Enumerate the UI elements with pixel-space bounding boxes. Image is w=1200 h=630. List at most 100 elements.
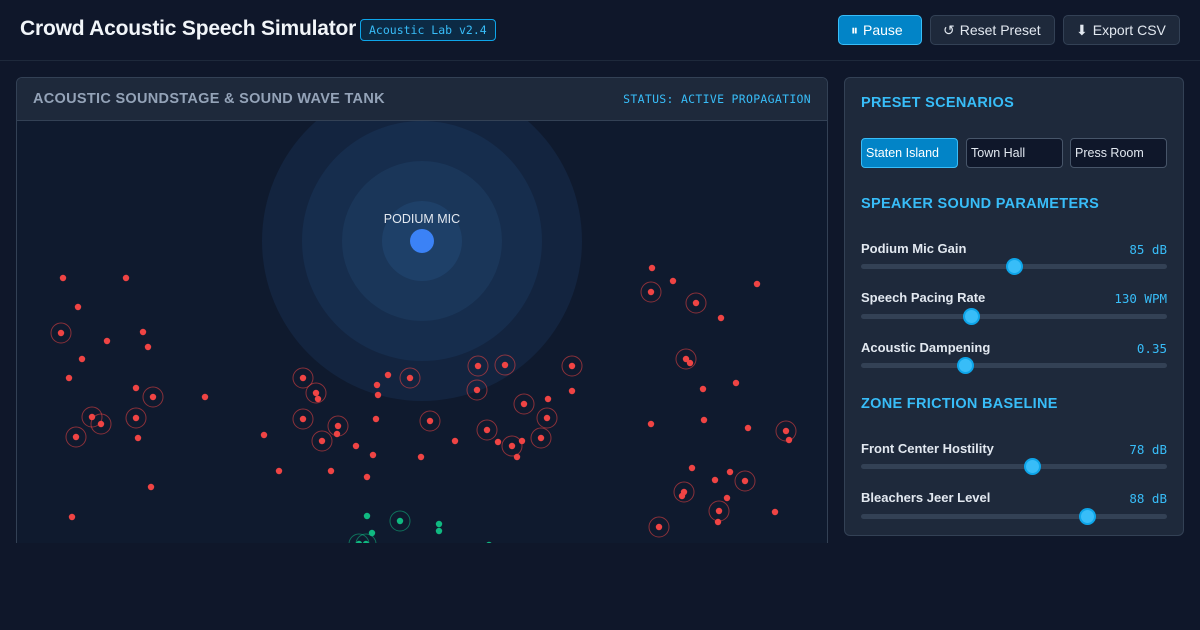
top-bar: Crowd Acoustic Speech Simulator Acoustic… (0, 0, 1200, 61)
acoustic-dampening-slider[interactable] (861, 357, 1167, 374)
hostile-crowd-agent (97, 420, 105, 428)
hostile-crowd-agent (520, 400, 528, 408)
hostile-crowd-agent (544, 395, 552, 403)
front-center-hostility-slider[interactable] (861, 458, 1167, 475)
hostile-crowd-agent (473, 386, 481, 394)
hostile-crowd-agent (72, 433, 80, 441)
hostile-crowd-agent (508, 442, 516, 450)
hostile-crowd-agent (372, 415, 380, 423)
hostile-crowd-agent (65, 374, 73, 382)
hostile-crowd-agent (678, 492, 686, 500)
hostile-crowd-agent (655, 523, 663, 531)
hostile-crowd-agent (494, 438, 502, 446)
hostile-crowd-agent (543, 414, 551, 422)
hostile-crowd-agent (501, 361, 509, 369)
hostile-crowd-agent (314, 395, 322, 403)
hostile-crowd-agent (406, 374, 414, 382)
bleachers-jeer-slider[interactable] (861, 508, 1167, 525)
hostile-crowd-agent (669, 277, 677, 285)
hostile-crowd-agent (699, 385, 707, 393)
hostile-crowd-agent (147, 483, 155, 491)
hostile-crowd-agent (384, 371, 392, 379)
hostile-crowd-agent (426, 417, 434, 425)
hostile-crowd-agent (648, 264, 656, 272)
soundstage-panel: ACOUSTIC SOUNDSTAGE & SOUND WAVE TANK ST… (16, 77, 828, 557)
hostile-crowd-agent (744, 424, 752, 432)
hostile-crowd-agent (726, 468, 734, 476)
hostile-crowd-agent (299, 415, 307, 423)
reset-label: Reset Preset (959, 22, 1041, 38)
hostile-crowd-agent (369, 451, 377, 459)
hostile-crowd-agent (352, 442, 360, 450)
hostile-crowd-agent (692, 299, 700, 307)
hostile-crowd-agent (333, 430, 341, 438)
hostile-crowd-agent (717, 314, 725, 322)
front-center-hostility-label: Front Center Hostility (861, 441, 994, 456)
friendly-crowd-agent (435, 527, 443, 535)
export-label: Export CSV (1092, 22, 1166, 38)
bleachers-jeer-label: Bleachers Jeer Level (861, 490, 991, 505)
hostile-crowd-agent (483, 426, 491, 434)
hostile-crowd-agent (568, 362, 576, 370)
preset-staten-island[interactable]: Staten Island (861, 138, 958, 168)
hostile-crowd-agent (568, 387, 576, 395)
hostile-crowd-agent (474, 362, 482, 370)
speaker-parameters-title: SPEAKER SOUND PARAMETERS (861, 196, 1100, 212)
hostile-crowd-agent (686, 359, 694, 367)
hostile-crowd-agent (711, 476, 719, 484)
hostile-crowd-agent (103, 337, 111, 345)
hostile-crowd-agent (318, 437, 326, 445)
hostile-crowd-agent (134, 434, 142, 442)
hostile-crowd-agent (132, 414, 140, 422)
export-csv-button[interactable]: ⬇ Export CSV (1063, 15, 1180, 45)
hostile-crowd-agent (74, 303, 82, 311)
hostile-crowd-agent (78, 355, 86, 363)
hostile-crowd-agent (201, 393, 209, 401)
preset-press-room[interactable]: Press Room (1070, 138, 1167, 168)
hostile-crowd-agent (782, 427, 790, 435)
pause-button[interactable]: ⏸ Pause (838, 15, 922, 45)
hostile-crowd-agent (518, 437, 526, 445)
acoustic-dampening-value: 0.35 (1136, 341, 1167, 356)
page-background (0, 543, 1200, 630)
slider-thumb[interactable] (1006, 258, 1023, 275)
podium-mic-label: PODIUM MIC (384, 212, 460, 226)
hostile-crowd-agent (647, 420, 655, 428)
hostile-crowd-agent (700, 416, 708, 424)
podium-mic-gain-label: Podium Mic Gain (861, 241, 967, 256)
slider-thumb[interactable] (957, 357, 975, 374)
friendly-crowd-agent (363, 512, 371, 520)
hostile-crowd-agent (513, 453, 521, 461)
acoustic-dampening-label: Acoustic Dampening (861, 340, 991, 355)
hostile-crowd-agent (132, 384, 140, 392)
download-icon: ⬇ (1076, 22, 1088, 38)
hostile-crowd-agent (374, 391, 382, 399)
soundstage-header: ACOUSTIC SOUNDSTAGE & SOUND WAVE TANK ST… (17, 78, 827, 121)
propagation-status: STATUS: ACTIVE PROPAGATION (623, 92, 811, 106)
hostile-crowd-agent (327, 467, 335, 475)
podium-mic-gain-slider[interactable] (861, 258, 1167, 275)
slider-thumb[interactable] (1079, 508, 1097, 525)
sound-wave-tank[interactable]: PODIUM MIC (17, 121, 827, 557)
podium-mic[interactable] (410, 229, 434, 253)
hostile-crowd-agent (715, 507, 723, 515)
soundstage-title: ACOUSTIC SOUNDSTAGE & SOUND WAVE TANK (33, 91, 385, 107)
hostile-crowd-agent (363, 473, 371, 481)
reset-preset-button[interactable]: ↺ Reset Preset (930, 15, 1055, 45)
hostile-crowd-agent (785, 436, 793, 444)
hostile-crowd-agent (732, 379, 740, 387)
hostile-crowd-agent (771, 508, 779, 516)
preset-scenarios-title: PRESET SCENARIOS (861, 95, 1015, 111)
hostile-crowd-agent (753, 280, 761, 288)
reset-icon: ↺ (943, 22, 955, 38)
hostile-crowd-agent (647, 288, 655, 296)
hostile-crowd-agent (149, 393, 157, 401)
slider-thumb[interactable] (963, 308, 981, 325)
hostile-crowd-agent (275, 467, 283, 475)
slider-thumb[interactable] (1024, 458, 1042, 475)
hostile-crowd-agent (68, 513, 76, 521)
friendly-crowd-agent (396, 517, 404, 525)
preset-town-hall[interactable]: Town Hall (966, 138, 1063, 168)
pause-icon: ⏸ (851, 22, 858, 38)
speech-pacing-rate-slider[interactable] (861, 308, 1167, 325)
